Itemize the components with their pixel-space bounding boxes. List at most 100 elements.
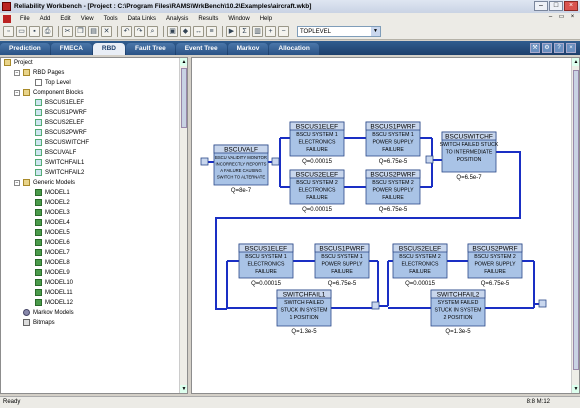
rbd-block[interactable]: BSCUS2PWRFBSCU SYSTEM 2 POWER SUPPLYFAILU… bbox=[365, 169, 421, 213]
settings-icon[interactable]: ⚙ bbox=[542, 43, 552, 53]
connection-node[interactable] bbox=[538, 299, 547, 308]
tree-item-markov-models[interactable]: Markov Models bbox=[1, 308, 187, 318]
scroll-up-icon[interactable]: ▲ bbox=[180, 58, 187, 66]
connection-node[interactable] bbox=[371, 301, 380, 310]
menu-file[interactable]: File bbox=[15, 16, 35, 22]
rbd-block[interactable]: BSCUS1ELEFBSCU SYSTEM 1 ELECTRONICSFAILUR… bbox=[238, 243, 294, 287]
scroll-down-icon[interactable]: ▼ bbox=[572, 385, 579, 393]
copy-icon[interactable]: ❐ bbox=[75, 26, 86, 37]
connection-node[interactable] bbox=[425, 155, 434, 164]
paste-icon[interactable]: ▤ bbox=[88, 26, 99, 37]
tab-fault-tree[interactable]: Fault Tree bbox=[126, 43, 175, 55]
tab-prediction[interactable]: Prediction bbox=[0, 43, 50, 55]
mdi-minimize-button[interactable]: – bbox=[546, 14, 555, 22]
results-icon[interactable]: Σ bbox=[239, 26, 250, 37]
menu-help[interactable]: Help bbox=[255, 16, 277, 22]
connection-node[interactable] bbox=[271, 157, 280, 166]
close-icon[interactable]: × bbox=[566, 43, 576, 53]
tree-item[interactable]: BSCUSWITCHF bbox=[1, 138, 187, 148]
undo-icon[interactable]: ↶ bbox=[121, 26, 132, 37]
tree-item[interactable]: BSCUVALF bbox=[1, 148, 187, 158]
tree-item-top-level[interactable]: Top Level bbox=[1, 78, 187, 88]
print-icon[interactable]: ⎙ bbox=[42, 26, 53, 37]
zoom-out-icon[interactable]: − bbox=[278, 26, 289, 37]
scroll-thumb[interactable] bbox=[573, 70, 579, 370]
collapse-icon[interactable]: − bbox=[14, 90, 20, 96]
rbd-block[interactable]: BSCUS1ELEFBSCU SYSTEM 1 ELECTRONICSFAILUR… bbox=[289, 121, 345, 165]
maximize-button[interactable]: □ bbox=[549, 1, 563, 11]
document-icon[interactable] bbox=[3, 14, 11, 23]
tree-item-generic-models[interactable]: − Generic Models bbox=[1, 178, 187, 188]
tree-item[interactable]: MODEL5 bbox=[1, 228, 187, 238]
find-icon[interactable]: ⌕ bbox=[147, 26, 158, 37]
tree-item-project[interactable]: Project bbox=[1, 58, 187, 68]
tree-item[interactable]: BSCUS1PWRF bbox=[1, 108, 187, 118]
rbd-block[interactable]: SWITCHFAIL2SYSTEM FAILED STUCK IN SYSTEM2… bbox=[430, 289, 486, 335]
open-icon[interactable]: ▭ bbox=[16, 26, 27, 37]
scroll-down-icon[interactable]: ▼ bbox=[180, 385, 187, 393]
rbd-block[interactable]: BSCUS2ELEFBSCU SYSTEM 2 ELECTRONICSFAILUR… bbox=[392, 243, 448, 287]
tree-item[interactable]: SWITCHFAIL1 bbox=[1, 158, 187, 168]
properties-icon[interactable]: ≡ bbox=[206, 26, 217, 37]
tree-item[interactable]: MODEL6 bbox=[1, 238, 187, 248]
rbd-block[interactable]: BSCUS2ELEFBSCU SYSTEM 2 ELECTRONICSFAILUR… bbox=[289, 169, 345, 213]
scroll-up-icon[interactable]: ▲ bbox=[572, 58, 579, 66]
tab-allocation[interactable]: Allocation bbox=[269, 43, 319, 55]
rbd-block[interactable]: SWITCHFAIL1SWITCH FAILED STUCK IN SYSTEM1… bbox=[276, 289, 332, 335]
tab-event-tree[interactable]: Event Tree bbox=[175, 43, 227, 55]
tree-item-rbd-pages[interactable]: − RBD Pages bbox=[1, 68, 187, 78]
rbd-block[interactable]: BSCUVALFBSCU VALIDITY MONITOR INCORRECTLY… bbox=[213, 144, 269, 194]
tree-item[interactable]: MODEL11 bbox=[1, 288, 187, 298]
tab-markov[interactable]: Markov bbox=[227, 43, 269, 55]
tree-item[interactable]: MODEL2 bbox=[1, 198, 187, 208]
rbd-block[interactable]: BSCUS1PWRFBSCU SYSTEM 1 POWER SUPPLYFAILU… bbox=[365, 121, 421, 165]
menu-edit[interactable]: Edit bbox=[55, 16, 75, 22]
connection-node[interactable] bbox=[200, 157, 209, 166]
help-icon[interactable]: ? bbox=[554, 43, 564, 53]
scroll-thumb[interactable] bbox=[181, 68, 187, 128]
menu-results[interactable]: Results bbox=[193, 16, 223, 22]
tree-item[interactable]: MODEL12 bbox=[1, 298, 187, 308]
tree-item[interactable]: BSCUS2ELEF bbox=[1, 118, 187, 128]
menu-view[interactable]: View bbox=[76, 16, 99, 22]
new-icon[interactable]: ▫ bbox=[3, 26, 14, 37]
tree-item[interactable]: MODEL10 bbox=[1, 278, 187, 288]
save-icon[interactable]: ▪ bbox=[29, 26, 40, 37]
zoom-in-icon[interactable]: + bbox=[265, 26, 276, 37]
run-analysis-icon[interactable]: ▶ bbox=[226, 26, 237, 37]
tree-item[interactable]: MODEL4 bbox=[1, 218, 187, 228]
add-node-icon[interactable]: ◆ bbox=[180, 26, 191, 37]
tree-item[interactable]: MODEL3 bbox=[1, 208, 187, 218]
minimize-button[interactable]: – bbox=[534, 1, 548, 11]
canvas-scrollbar[interactable]: ▲ ▼ bbox=[571, 58, 579, 393]
tree-item[interactable]: MODEL7 bbox=[1, 248, 187, 258]
tree-item[interactable]: MODEL1 bbox=[1, 188, 187, 198]
close-button[interactable]: × bbox=[564, 1, 578, 11]
rbd-block[interactable]: BSCUS2PWRFBSCU SYSTEM 2 POWER SUPPLYFAILU… bbox=[467, 243, 523, 287]
menu-analysis[interactable]: Analysis bbox=[161, 16, 193, 22]
tree-item[interactable]: SWITCHFAIL2 bbox=[1, 168, 187, 178]
collapse-icon[interactable]: − bbox=[14, 70, 20, 76]
delete-icon[interactable]: ✕ bbox=[101, 26, 112, 37]
tab-fmeca[interactable]: FMECA bbox=[50, 43, 92, 55]
tree-item[interactable]: MODEL8 bbox=[1, 258, 187, 268]
rbd-canvas[interactable]: BSCUVALF BSCU VALIDITY MONITOR INCORRECTLY… bbox=[191, 57, 580, 394]
rbd-block[interactable]: BSCUS1PWRFBSCU SYSTEM 1 POWER SUPPLYFAILU… bbox=[314, 243, 370, 287]
report-icon[interactable]: ▥ bbox=[252, 26, 263, 37]
mdi-restore-button[interactable]: ▭ bbox=[557, 14, 566, 22]
tree-item-bitmaps[interactable]: Bitmaps bbox=[1, 318, 187, 328]
rbd-block[interactable]: BSCUSWITCHFSWITCH FAILED STUCK TO INTERME… bbox=[440, 131, 499, 181]
tab-rbd[interactable]: RBD bbox=[92, 43, 125, 55]
mdi-close-button[interactable]: × bbox=[568, 14, 577, 22]
chevron-down-icon[interactable]: ▼ bbox=[371, 27, 380, 36]
tree-scrollbar[interactable]: ▲ ▼ bbox=[179, 58, 187, 393]
menu-add[interactable]: Add bbox=[35, 16, 56, 22]
add-block-icon[interactable]: ▣ bbox=[167, 26, 178, 37]
page-select[interactable]: TOPLEVEL ▼ bbox=[297, 26, 381, 37]
tree-item[interactable]: BSCUS2PWRF bbox=[1, 128, 187, 138]
tools-icon[interactable]: ⚒ bbox=[530, 43, 540, 53]
menu-tools[interactable]: Tools bbox=[99, 16, 123, 22]
collapse-icon[interactable]: − bbox=[14, 180, 20, 186]
redo-icon[interactable]: ↷ bbox=[134, 26, 145, 37]
tree-item-component-blocks[interactable]: − Component Blocks bbox=[1, 88, 187, 98]
